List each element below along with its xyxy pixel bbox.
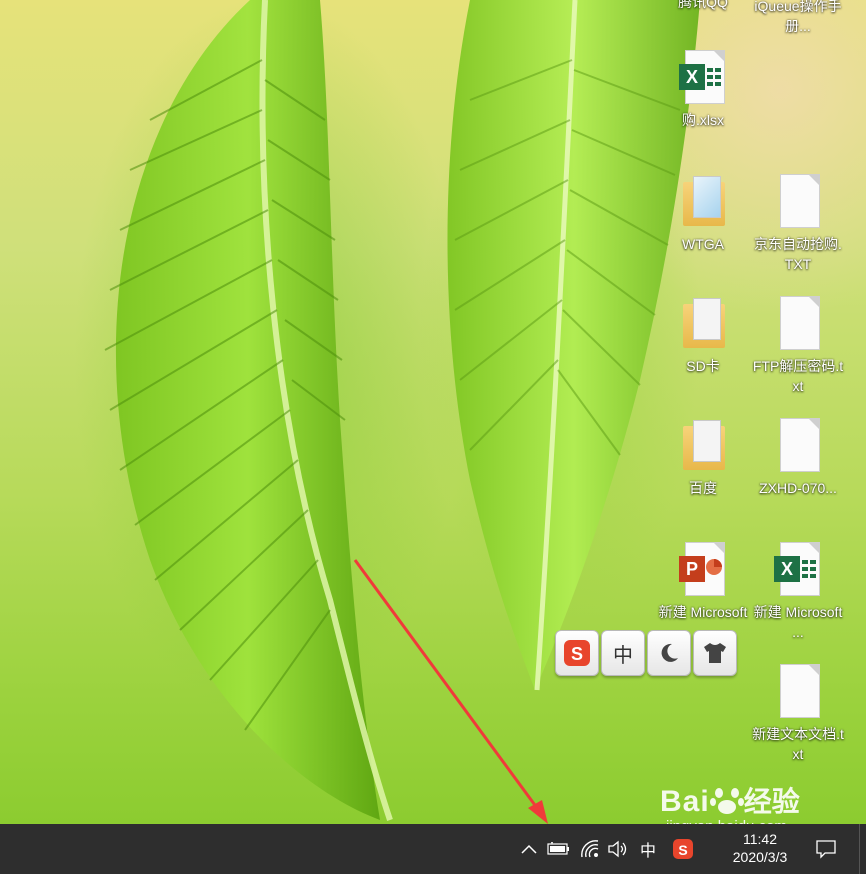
icon-label: 腾讯QQ: [678, 0, 728, 10]
chinese-mode-label: 中: [613, 642, 633, 667]
icon-label: SD卡: [686, 358, 720, 374]
icon-label: 购.xlsx: [682, 112, 724, 128]
excel-file-icon: X: [679, 50, 727, 106]
battery-button[interactable]: [546, 837, 572, 861]
sogou-logo-button[interactable]: S: [555, 630, 599, 676]
desktop-icon-qq[interactable]: 腾讯QQ: [657, 0, 749, 12]
wifi-icon: [581, 840, 599, 858]
desktop-icon-folder-sd[interactable]: SD卡: [657, 296, 749, 376]
icon-label: 新建 Microsoft ...: [753, 604, 843, 640]
icon-label: 百度: [689, 480, 717, 496]
clock-time: 11:42: [743, 831, 777, 847]
input-language-button[interactable]: 中: [636, 837, 660, 861]
icon-label: FTP解压密码.txt: [752, 358, 844, 394]
desktop-icon-powerpoint-file[interactable]: P 新建 Microsoft ...: [657, 542, 749, 622]
desktop-icon-text-file[interactable]: 京东自动抢购.TXT: [752, 174, 844, 274]
watermark-brand-suffix: 经验: [743, 786, 800, 817]
paw-icon: [709, 788, 744, 814]
show-desktop-button[interactable]: [859, 824, 866, 874]
desktop-icon-file-zxhd[interactable]: ZXHD-070...: [752, 418, 844, 498]
moon-button[interactable]: [647, 630, 691, 676]
network-button[interactable]: [578, 837, 602, 861]
desktop-icon-excel-file[interactable]: X 购.xlsx: [657, 50, 749, 130]
desktop-icon-folder-wtga[interactable]: WTGA: [657, 174, 749, 254]
desktop-wallpaper: 腾讯QQ iQueue操作手册... X 购.xlsx WTGA 京东自动抢购.…: [0, 0, 866, 835]
folder-icon: [679, 296, 727, 352]
chevron-up-icon: [521, 844, 537, 854]
volume-button[interactable]: [606, 837, 630, 861]
watermark-brand: Bai: [660, 785, 710, 818]
svg-text:S: S: [571, 644, 583, 664]
taskbar-clock[interactable]: 11:42 2020/3/3: [718, 830, 802, 866]
desktop-icon-iqueue-manual[interactable]: iQueue操作手册...: [752, 0, 844, 36]
text-file-icon: [774, 174, 822, 230]
icon-label: WTGA: [682, 236, 724, 252]
clock-date: 2020/3/3: [732, 849, 788, 865]
sogou-logo-icon: S: [564, 640, 590, 666]
chinese-mode-button[interactable]: 中: [601, 630, 645, 676]
folder-icon: [679, 418, 727, 474]
ime-toolbar: S 中: [555, 630, 737, 678]
svg-text:S: S: [678, 842, 687, 858]
battery-icon: [547, 842, 569, 855]
icon-label: 京东自动抢购.TXT: [754, 236, 842, 272]
icon-label: iQueue操作手册...: [754, 0, 842, 34]
volume-icon: [608, 840, 627, 858]
icon-label: ZXHD-070...: [759, 480, 837, 496]
sogou-tray-button[interactable]: S: [670, 837, 696, 861]
desktop-icon-excel-file[interactable]: X 新建 Microsoft ...: [752, 542, 844, 642]
sogou-tray-icon: S: [673, 839, 693, 859]
desktop-icon-text-file[interactable]: FTP解压密码.txt: [752, 296, 844, 396]
action-center-button[interactable]: [812, 837, 840, 861]
text-file-icon: [774, 664, 822, 720]
taskbar: 中 S 11:42 2020/3/3: [0, 824, 866, 874]
excel-file-icon: X: [774, 542, 822, 598]
moon-icon: [661, 643, 678, 662]
powerpoint-file-icon: P: [679, 542, 727, 598]
icon-label: 新建 Microsoft ...: [658, 604, 748, 620]
shirt-skin-icon: [704, 643, 726, 663]
desktop-icon-text-file[interactable]: 新建文本文档.txt: [752, 664, 844, 764]
desktop-icon-folder-baidu[interactable]: 百度: [657, 418, 749, 498]
show-hidden-icons-button[interactable]: [518, 837, 540, 861]
icon-label: 新建文本文档.txt: [752, 726, 844, 762]
skin-button[interactable]: [693, 630, 737, 676]
file-icon: [774, 418, 822, 474]
folder-icon: [679, 174, 727, 230]
notification-icon: [816, 840, 836, 859]
text-file-icon: [774, 296, 822, 352]
